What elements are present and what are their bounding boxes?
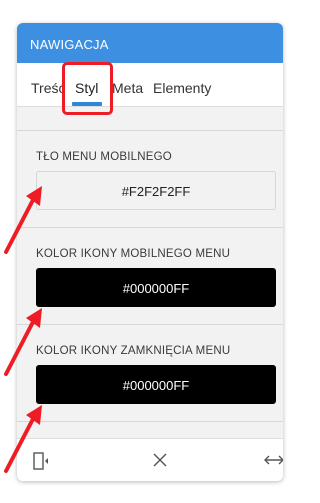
tab-meta[interactable]: Meta (112, 80, 143, 96)
section-divider (17, 130, 283, 131)
mobile-preview-button[interactable] (20, 439, 60, 481)
section-divider (17, 421, 283, 422)
active-tab-indicator (72, 102, 102, 106)
mobile-menu-background-color-picker[interactable]: #F2F2F2FF (36, 171, 276, 210)
mobile-menu-icon-color-picker[interactable]: #000000FF (36, 268, 276, 307)
tab-tresc[interactable]: Treść (31, 80, 64, 96)
close-icon (153, 453, 167, 467)
navigation-settings-panel: NAWIGACJA Treść Styl Meta Elementy TŁO M… (17, 23, 283, 481)
resize-panel-button[interactable] (253, 439, 283, 481)
close-menu-icon-color-picker[interactable]: #000000FF (36, 365, 276, 404)
mobile-preview-icon (33, 452, 48, 470)
section-divider (17, 324, 283, 325)
close-menu-icon-color-label: KOLOR IKONY ZAMKNIĘCIA MENU (36, 345, 231, 357)
panel-header: NAWIGACJA (17, 23, 283, 63)
mobile-menu-icon-color-label: KOLOR IKONY MOBILNEGO MENU (36, 248, 231, 260)
style-settings-content: TŁO MENU MOBILNEGO #F2F2F2FF KOLOR IKONY… (17, 107, 283, 438)
tab-styl[interactable]: Styl (75, 80, 98, 96)
horizontal-resize-icon (264, 455, 283, 465)
section-divider (17, 227, 283, 228)
tab-elementy[interactable]: Elementy (153, 80, 211, 96)
panel-footer (17, 438, 283, 481)
close-button[interactable] (140, 439, 180, 481)
mobile-menu-background-label: TŁO MENU MOBILNEGO (36, 151, 172, 163)
panel-title: NAWIGACJA (30, 37, 109, 52)
tab-bar: Treść Styl Meta Elementy (17, 63, 283, 107)
